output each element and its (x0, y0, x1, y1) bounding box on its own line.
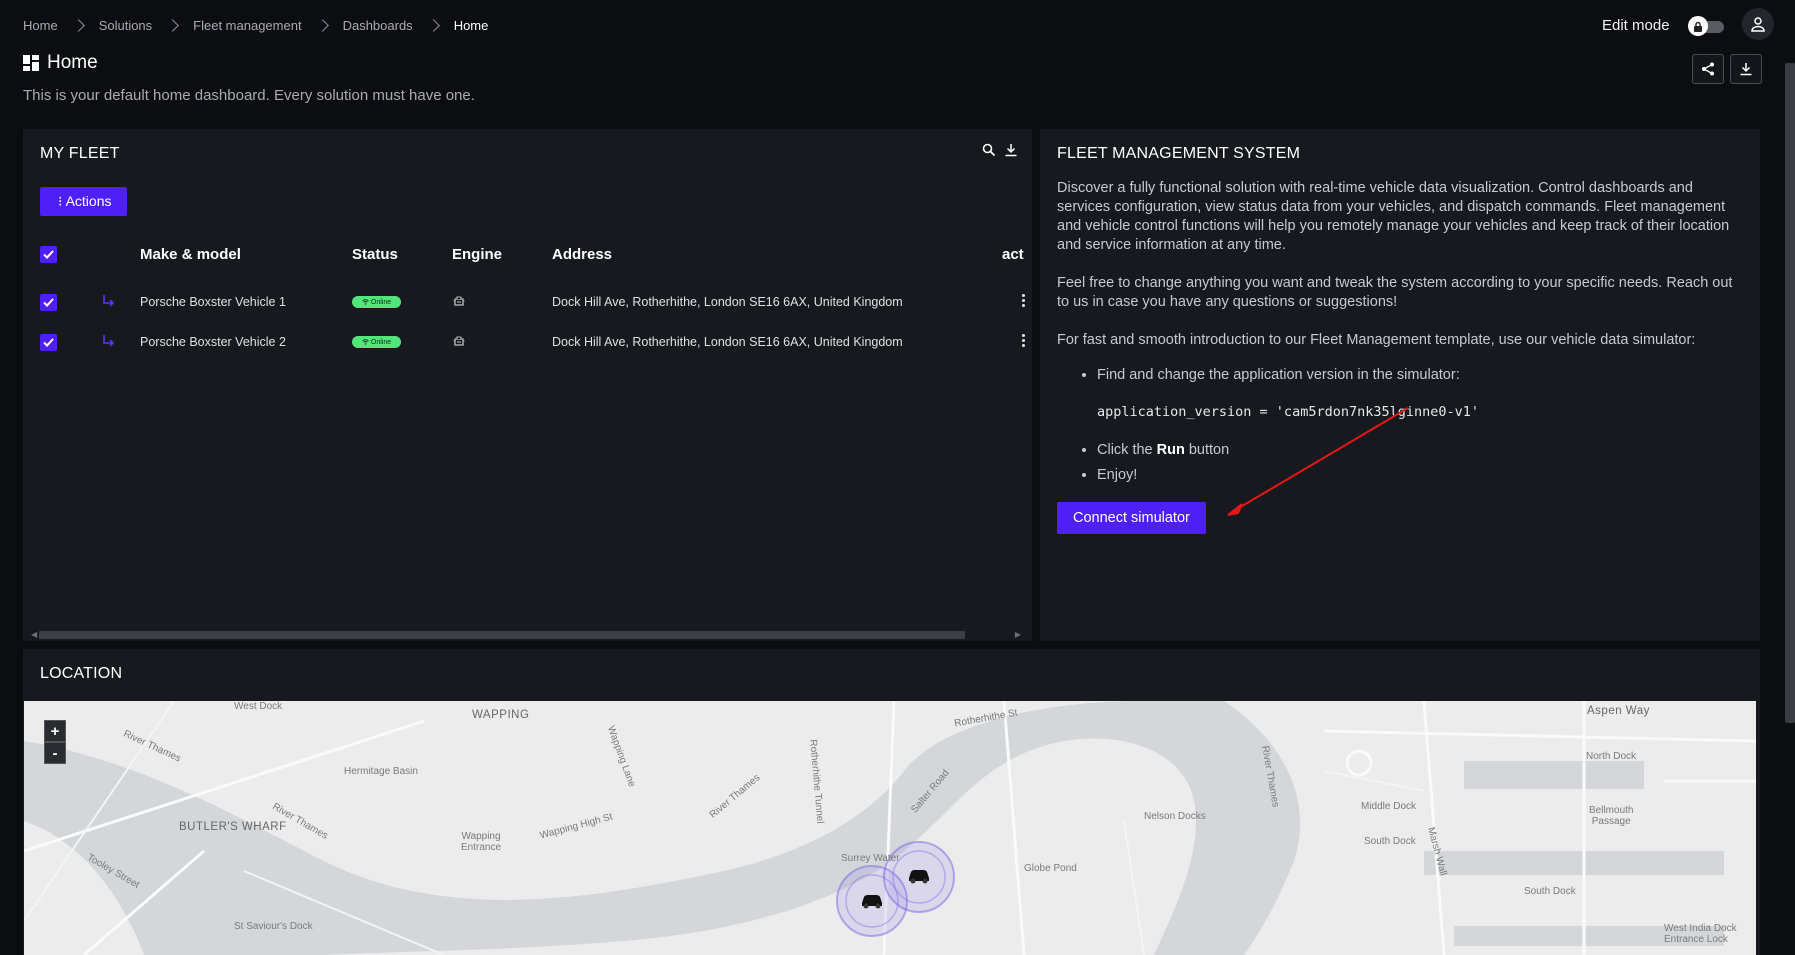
scroll-right-arrow-icon[interactable]: ▶ (1015, 630, 1021, 639)
fleet-management-panel: FLEET MANAGEMENT SYSTEM Discover a fully… (1040, 129, 1760, 641)
page-scrollbar[interactable] (1785, 63, 1795, 723)
search-icon[interactable] (982, 143, 996, 157)
wifi-icon (362, 339, 369, 345)
vehicle-name[interactable]: Porsche Boxster Vehicle 2 (140, 335, 286, 349)
page-title: Home (23, 52, 98, 74)
column-header-actions[interactable]: act (1002, 246, 1024, 263)
dashboard-icon (23, 55, 39, 71)
breadcrumb: Home Solutions Fleet management Dashboar… (23, 18, 488, 33)
chevron-right-icon (166, 19, 180, 32)
map-label: Bellmouth Passage (1589, 805, 1634, 827)
my-fleet-panel: MY FLEET ⁝ Actions Make & model Status E… (23, 129, 1032, 641)
breadcrumb-fleet-management[interactable]: Fleet management (193, 18, 301, 33)
status-text: Online (370, 338, 392, 346)
check-icon (43, 250, 54, 259)
page-description: This is your default home dashboard. Eve… (23, 87, 475, 104)
share-icon (1702, 62, 1714, 76)
row-menu-icon[interactable] (1022, 294, 1026, 307)
column-header-address[interactable]: Address (552, 246, 612, 263)
map-label: West India Dock Entrance Lock (1664, 923, 1737, 945)
map-label: South Dock (1364, 836, 1416, 847)
column-header-engine[interactable]: Engine (452, 246, 502, 263)
engine-icon (453, 296, 465, 306)
chevron-right-icon (71, 19, 85, 32)
chevron-right-icon (315, 19, 329, 32)
row-checkbox[interactable] (40, 294, 57, 311)
top-bar: Home Solutions Fleet management Dashboar… (0, 0, 1795, 52)
subdirectory-arrow-icon (103, 295, 115, 307)
share-button[interactable] (1692, 54, 1724, 84)
car-marker-icon[interactable] (860, 893, 884, 909)
location-panel: LOCATION + - West Dock WAPPING River Tha… (23, 649, 1760, 955)
map-label: Hermitage Basin (344, 766, 418, 777)
select-all-checkbox[interactable] (40, 246, 57, 263)
vehicle-address: Dock Hill Ave, Rotherhithe, London SE16 … (552, 295, 903, 309)
status-text: Online (370, 298, 392, 306)
edit-mode-toggle[interactable] (1688, 16, 1726, 36)
user-icon (1751, 17, 1765, 32)
status-badge: Online (352, 336, 401, 348)
edit-mode-label: Edit mode (1602, 17, 1670, 34)
actions-button[interactable]: ⁝ Actions (40, 187, 128, 216)
map-label: Surrey Water (841, 853, 900, 864)
map-label: Nelson Docks (1144, 811, 1206, 822)
row-menu-icon[interactable] (1022, 334, 1026, 347)
annotation-arrow (1227, 407, 1409, 516)
wifi-icon (362, 299, 369, 305)
status-badge: Online (352, 296, 401, 308)
horizontal-scrollbar[interactable]: ◀ ▶ (31, 628, 1021, 640)
subdirectory-arrow-icon (103, 335, 115, 347)
location-title: LOCATION (40, 665, 123, 682)
check-icon (43, 338, 54, 347)
breadcrumb-current: Home (453, 18, 489, 33)
map-label: South Dock (1524, 886, 1576, 897)
zoom-in-button[interactable]: + (44, 720, 66, 742)
download-icon (1740, 63, 1752, 76)
column-header-make-model[interactable]: Make & model (140, 246, 241, 263)
row-checkbox[interactable] (40, 334, 57, 351)
map-label: BUTLER'S WHARF (179, 821, 287, 833)
table-row[interactable]: Porsche Boxster Vehicle 1 Online Dock Hi… (23, 282, 1032, 322)
map-label: West Dock (234, 701, 283, 712)
scroll-left-arrow-icon[interactable]: ◀ (31, 630, 37, 639)
map-label: St Saviour's Dock (234, 921, 313, 932)
check-icon (43, 298, 54, 307)
page-title-text: Home (47, 52, 98, 73)
vehicle-address: Dock Hill Ave, Rotherhithe, London SE16 … (552, 335, 903, 349)
fleet-toolbar (982, 143, 1018, 157)
download-icon[interactable] (1004, 143, 1018, 157)
column-header-status[interactable]: Status (352, 246, 398, 263)
breadcrumb-solutions[interactable]: Solutions (99, 18, 152, 33)
user-account-button[interactable] (1742, 8, 1774, 40)
map-label: Middle Dock (1361, 801, 1417, 812)
map[interactable]: + - West Dock WAPPING River Thames Hermi… (24, 701, 1756, 955)
scrollbar-thumb[interactable] (39, 631, 965, 639)
breadcrumb-home[interactable]: Home (23, 18, 58, 33)
map-label: WAPPING (472, 709, 530, 721)
engine-icon (453, 336, 465, 346)
map-label: Aspen Way (1587, 705, 1650, 717)
breadcrumb-dashboards[interactable]: Dashboards (343, 18, 413, 33)
vehicle-name[interactable]: Porsche Boxster Vehicle 1 (140, 295, 286, 309)
my-fleet-title: MY FLEET (40, 145, 120, 162)
zoom-out-button[interactable]: - (44, 742, 66, 764)
chevron-right-icon (426, 19, 440, 32)
download-dashboard-button[interactable] (1730, 54, 1762, 84)
map-label: Wapping Entrance (461, 831, 502, 853)
map-label: North Dock (1586, 751, 1637, 762)
car-marker-icon[interactable] (907, 868, 931, 884)
lock-icon (1688, 16, 1708, 36)
table-row[interactable]: Porsche Boxster Vehicle 2 Online Dock Hi… (23, 322, 1032, 362)
map-label: Globe Pond (1024, 863, 1077, 874)
